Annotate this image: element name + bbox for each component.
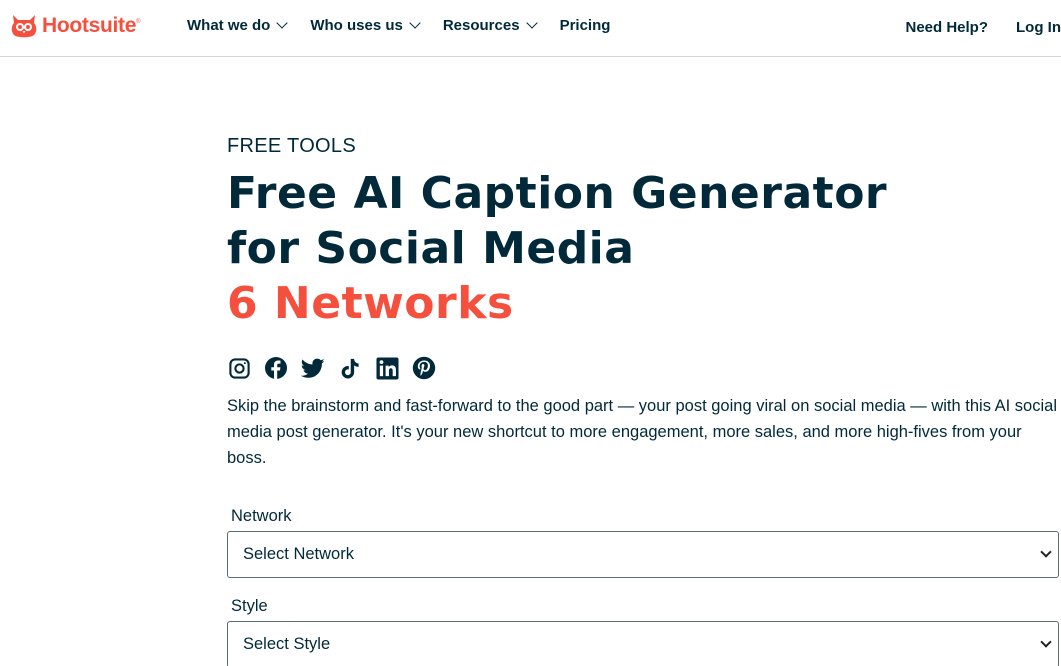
nav-item-label: Who uses us	[310, 17, 403, 34]
instagram-icon[interactable]	[227, 356, 251, 380]
style-select-value: Select Style	[243, 635, 331, 653]
page-title: Free AI Caption Generator for Social Med…	[227, 166, 1061, 331]
nav-item-label: Pricing	[559, 17, 611, 34]
intro-paragraph: Skip the brainstorm and fast-forward to …	[227, 397, 1057, 467]
chevron-down-icon	[409, 16, 421, 29]
chevron-down-icon	[525, 16, 538, 29]
nav-item-resources[interactable]: Resources	[442, 16, 538, 34]
pinterest-icon[interactable]	[412, 356, 436, 380]
facebook-icon[interactable]	[264, 356, 288, 380]
chevron-down-icon	[1040, 635, 1052, 648]
need-help-link[interactable]: Need Help?	[905, 19, 988, 36]
chevron-down-icon	[1040, 545, 1052, 558]
network-select-value: Select Network	[243, 545, 354, 563]
title-line-1: Free AI Caption Generator	[227, 168, 888, 219]
trademark-mark: ®	[136, 19, 141, 25]
primary-nav: What we do Who uses us Resources Pricing	[187, 16, 634, 34]
login-link[interactable]: Log In	[1016, 19, 1061, 36]
owl-icon	[11, 15, 37, 38]
nav-item-who-uses-us[interactable]: Who uses us	[310, 16, 421, 34]
top-navigation: Hootsuite ® What we do Who uses us Resou…	[0, 0, 1061, 57]
linkedin-icon[interactable]	[375, 356, 399, 380]
twitter-icon[interactable]	[301, 356, 325, 380]
style-label: Style	[231, 597, 268, 615]
utility-nav: Need Help? Log In	[905, 19, 1061, 36]
chevron-down-icon	[276, 16, 288, 29]
main-content: FREE TOOLS Free AI Caption Generator for…	[227, 134, 1061, 666]
network-label: Network	[231, 507, 292, 525]
nav-item-label: What we do	[187, 17, 271, 34]
eyebrow-label: FREE TOOLS	[227, 135, 356, 157]
style-select[interactable]: Select Style	[227, 621, 1059, 666]
nav-item-label: Resources	[442, 17, 520, 34]
title-line-2: for Social Media	[227, 223, 635, 274]
title-accent: 6 Networks	[227, 278, 514, 329]
social-network-icons	[227, 355, 1061, 381]
tiktok-icon[interactable]	[338, 356, 362, 380]
logo-wordmark: Hootsuite	[42, 14, 137, 37]
network-select[interactable]: Select Network	[227, 531, 1059, 578]
hootsuite-logo[interactable]: Hootsuite ®	[10, 12, 141, 40]
nav-item-what-we-do[interactable]: What we do	[187, 16, 288, 34]
nav-item-pricing[interactable]: Pricing	[560, 17, 611, 34]
